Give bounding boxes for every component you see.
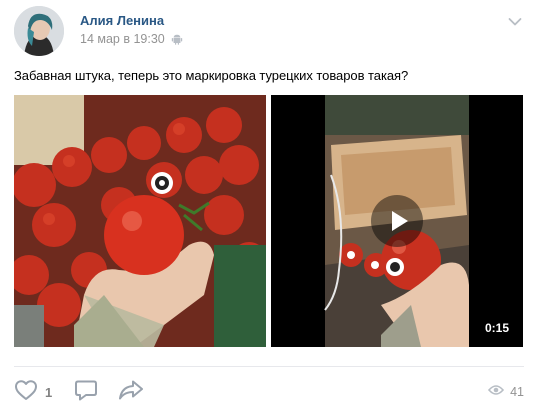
post-card: Алия Ленина 14 мар в 19:30 Забавная штук…: [0, 0, 538, 408]
photo-attachment[interactable]: [14, 95, 266, 347]
post-meta: 14 мар в 19:30: [80, 32, 183, 46]
post-text: Забавная штука, теперь это маркировка ту…: [14, 68, 409, 83]
share-button[interactable]: [118, 379, 144, 406]
divider: [14, 366, 524, 367]
avatar[interactable]: [14, 6, 64, 56]
views-count: 41: [510, 384, 524, 399]
share-icon: [118, 379, 144, 406]
eye-icon: [488, 384, 505, 399]
play-button[interactable]: [371, 195, 423, 247]
android-icon: [171, 33, 183, 45]
views-counter: 41: [488, 384, 524, 399]
post-actions: 1: [14, 378, 144, 406]
play-icon: [392, 211, 408, 231]
chevron-down-icon[interactable]: [508, 14, 522, 26]
author-name[interactable]: Алия Ленина: [80, 13, 164, 28]
heart-icon: [14, 379, 38, 406]
video-attachment[interactable]: 0:15: [271, 95, 523, 347]
like-button[interactable]: 1: [14, 379, 52, 406]
post-date[interactable]: 14 мар в 19:30: [80, 32, 165, 46]
comment-icon: [74, 379, 98, 406]
comment-button[interactable]: [74, 379, 98, 406]
video-duration: 0:15: [484, 321, 509, 335]
like-count: 1: [45, 384, 53, 400]
